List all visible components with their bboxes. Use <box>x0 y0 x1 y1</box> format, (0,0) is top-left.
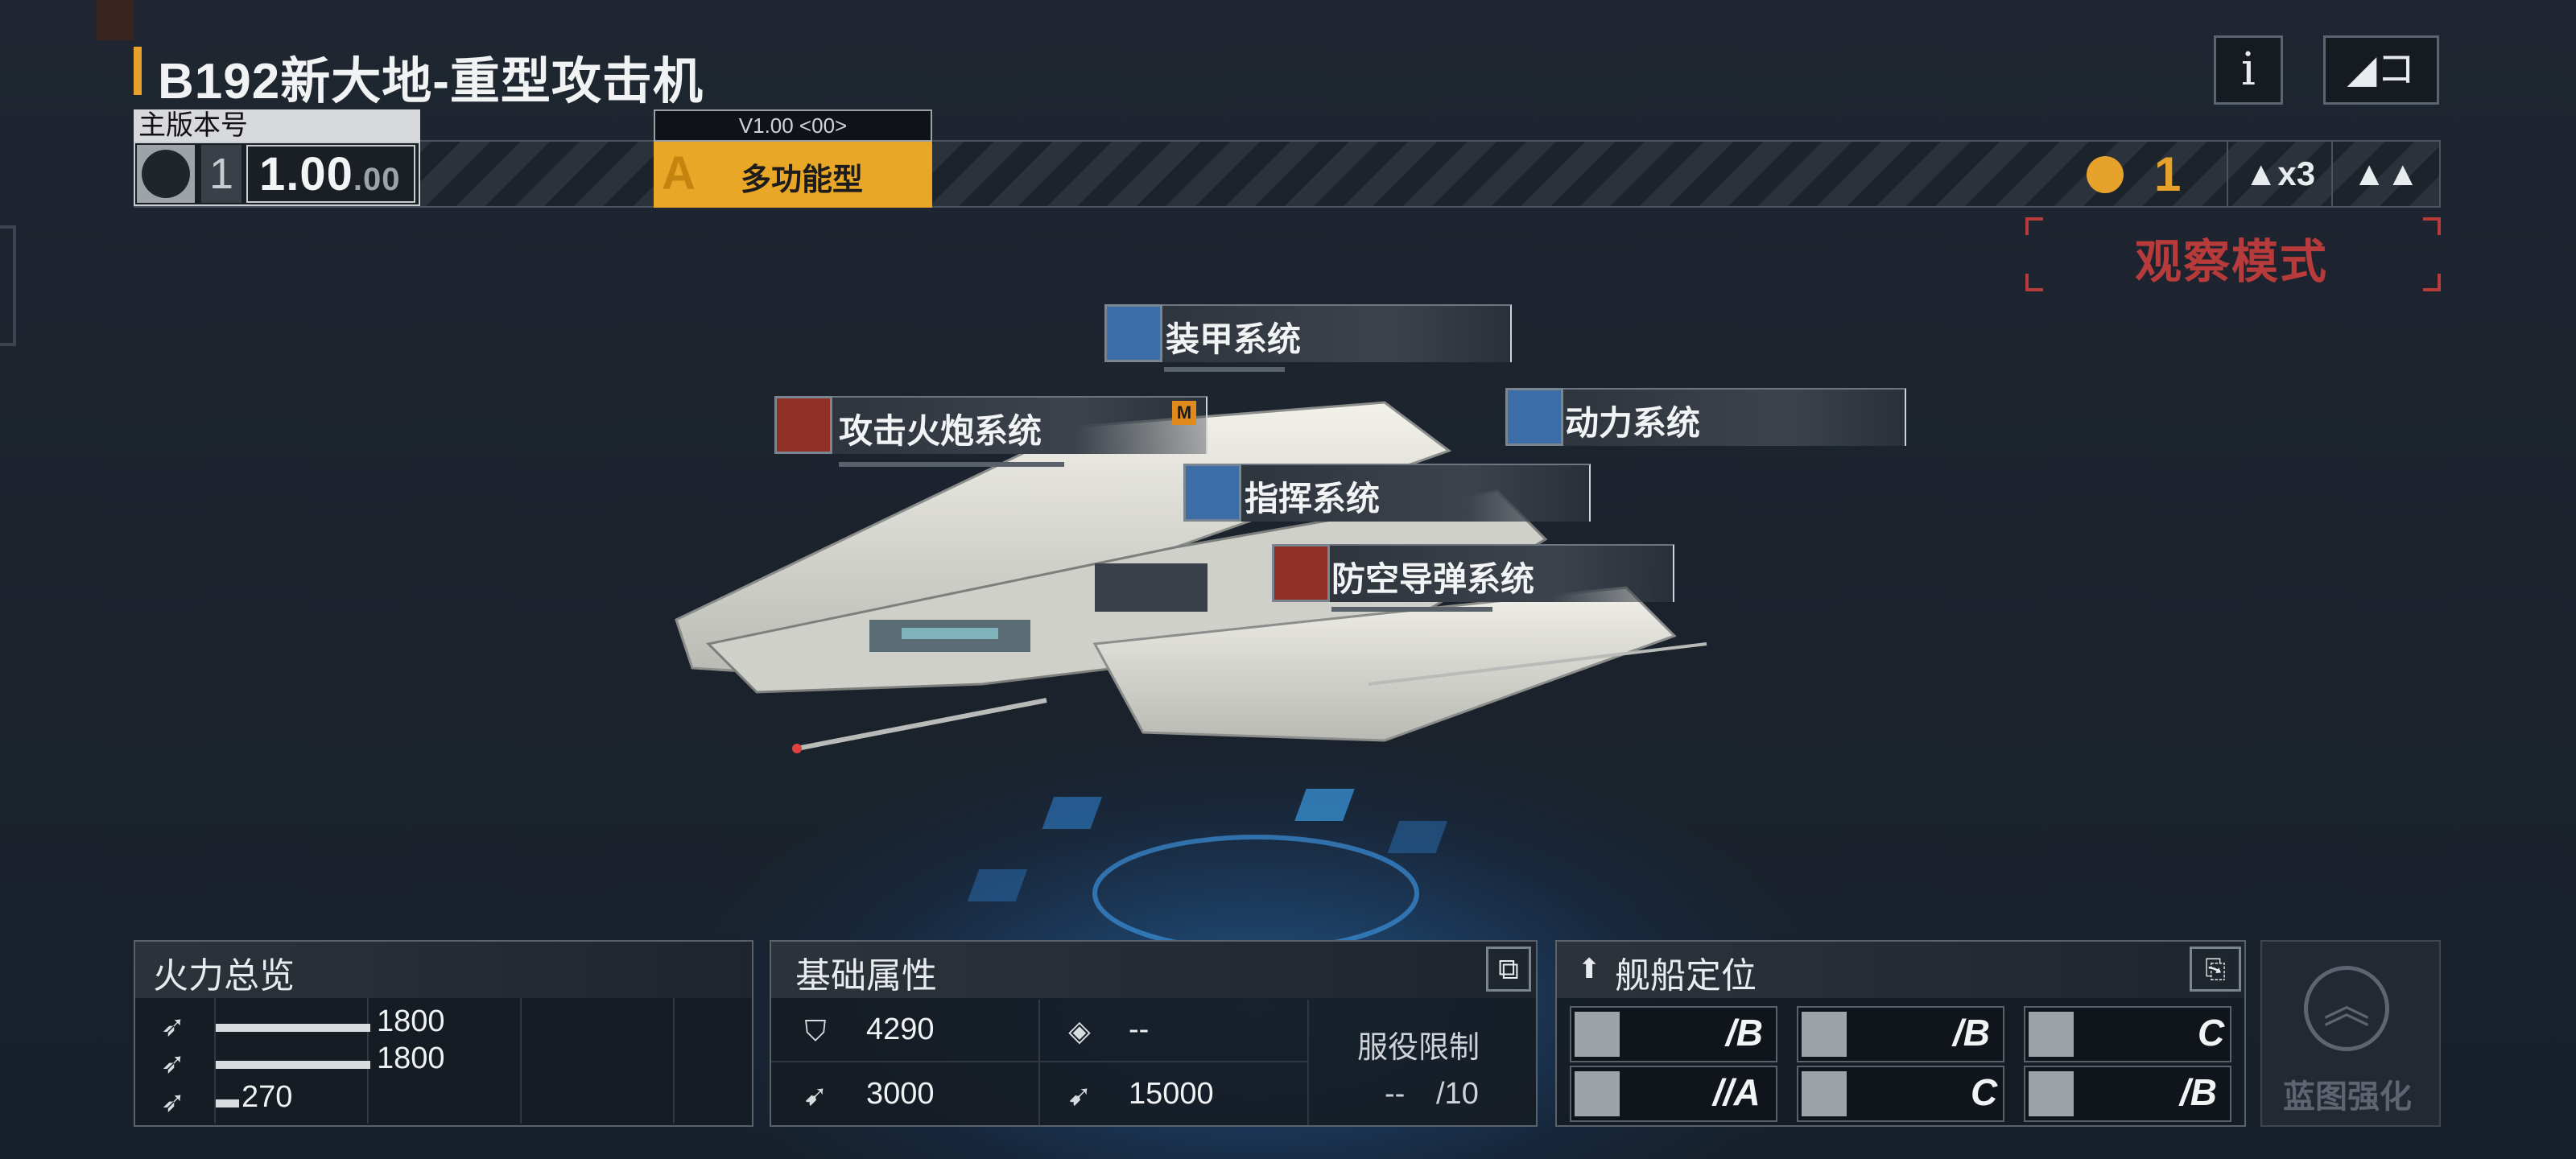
copy-icon[interactable]: ⧉ <box>1486 947 1531 992</box>
grid-line <box>520 998 522 1124</box>
warp-value: 15000 <box>1129 1077 1214 1111</box>
location-icon: ⬆ <box>1578 954 1601 984</box>
firepower-title: 火力总览 <box>153 956 295 996</box>
anti-ship-icon <box>1575 1012 1620 1057</box>
rank-triangle-button[interactable]: ▲▲ <box>2333 142 2439 206</box>
siege-icon: ➶ <box>160 1085 186 1118</box>
cannon-slots <box>839 462 1064 467</box>
positioning-title: 舰船定位 <box>1615 956 1757 996</box>
position-grade: //A <box>1713 1071 1761 1113</box>
grid-line <box>673 998 675 1124</box>
gear-globe-glyph <box>142 150 190 198</box>
title-accent <box>134 47 142 95</box>
corner-decoration <box>97 0 134 40</box>
radar-icon <box>1183 464 1241 522</box>
side-drawer-handle[interactable] <box>0 225 16 346</box>
observe-mode-label: 观察模式 <box>2135 236 2329 288</box>
armor-value: -- <box>1129 1013 1150 1046</box>
shield-icon <box>1802 1071 1847 1116</box>
service-current: -- <box>1385 1077 1406 1111</box>
grid-line <box>1307 1000 1309 1125</box>
firepower-bar <box>216 1099 239 1107</box>
back-button[interactable]: ◢コ <box>2323 35 2439 105</box>
firepower-bar <box>216 1061 370 1069</box>
version-major: 1.00 <box>259 148 353 200</box>
sub-version: V1.00 <00> <box>654 109 932 142</box>
module-badge: M <box>1172 401 1196 425</box>
info-button[interactable]: i <box>2214 35 2283 105</box>
position-grade: C <box>1971 1071 1998 1113</box>
ship-type-label: 多功能型 <box>741 163 864 197</box>
medal-count: 1 <box>2154 147 2182 201</box>
position-grade: C <box>2198 1012 2225 1054</box>
blueprint-enhance-label: 蓝图强化 <box>2283 1079 2412 1115</box>
medal-icon <box>2087 156 2124 193</box>
position-grade: /B <box>1953 1012 1990 1054</box>
speed-value: 3000 <box>866 1077 935 1111</box>
engine-icon <box>1505 388 1563 446</box>
holo-grid <box>967 789 1448 950</box>
upgrade-count[interactable]: ▲x3 <box>2227 142 2333 206</box>
anti-ship-icon: ➶ <box>160 1009 186 1042</box>
anti-air-icon: ➶ <box>160 1046 186 1079</box>
system-label-cannon: 攻击火炮系统 <box>839 412 1042 450</box>
position-grade: /B <box>2180 1071 2217 1113</box>
version-tier: 1 <box>201 145 242 203</box>
support-icon <box>2029 1071 2074 1116</box>
system-label-power: 动力系统 <box>1565 404 1701 442</box>
chevron-up-icon: ︽ <box>2304 966 2389 1051</box>
armor-icon: ◈ <box>1068 1014 1091 1047</box>
firepower-value: 270 <box>242 1080 293 1114</box>
aa-missile-slots <box>1331 607 1492 612</box>
firepower-bar <box>216 1024 370 1032</box>
system-label-aa-missile: 防空导弹系统 <box>1331 560 1535 598</box>
base-stats-title: 基础属性 <box>795 956 937 996</box>
firepower-value: 1800 <box>377 1004 445 1038</box>
ship-title: B192新大地-重型攻击机 <box>158 54 704 109</box>
service-limit-label: 服役限制 <box>1357 1031 1480 1065</box>
version-number: 1.00.00 <box>246 145 415 203</box>
system-label-command: 指挥系统 <box>1245 480 1381 518</box>
service-max: /10 <box>1436 1077 1479 1111</box>
hp-value: 4290 <box>866 1013 935 1046</box>
hp-shield-icon: ⛉ <box>804 1014 827 1047</box>
tag-icon[interactable]: ⎘ <box>2190 947 2241 992</box>
speed-icon: ➹ <box>803 1079 828 1112</box>
anti-air-icon <box>1802 1012 1847 1057</box>
system-label-armor: 装甲系统 <box>1166 320 1302 358</box>
grid-line <box>1038 1000 1040 1125</box>
armor-slots <box>1164 367 1285 372</box>
shield-icon <box>1104 304 1162 362</box>
shell-icon <box>774 396 832 454</box>
warp-icon: ➹ <box>1067 1079 1092 1112</box>
version-suffix: .00 <box>353 162 401 197</box>
tracking-icon <box>1575 1071 1620 1116</box>
ship-type-letter: A <box>662 147 696 200</box>
firepower-value: 1800 <box>377 1041 445 1075</box>
siege-icon <box>2029 1012 2074 1057</box>
position-grade: /B <box>1726 1012 1763 1054</box>
missile-icon <box>1272 544 1330 602</box>
version-label: 主版本号 <box>134 109 420 142</box>
